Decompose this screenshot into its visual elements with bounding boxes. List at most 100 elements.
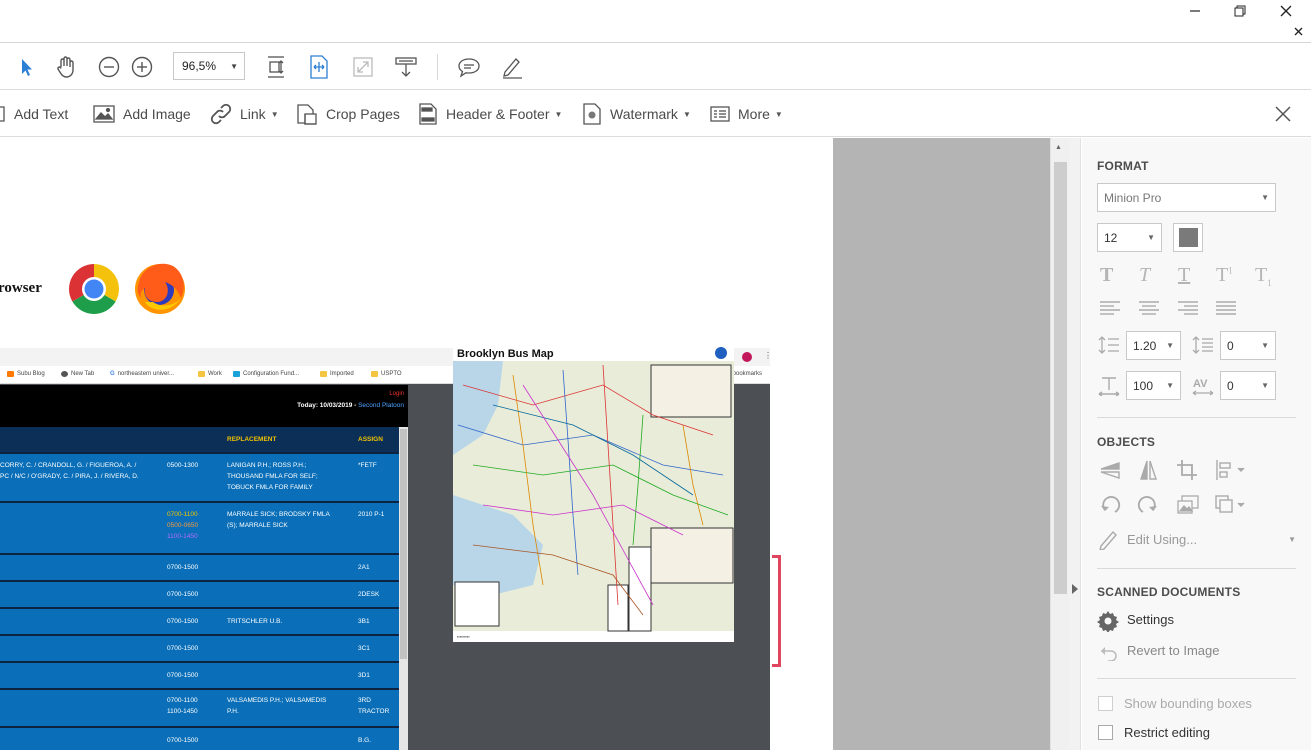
- arrange-objects-icon[interactable]: [1214, 494, 1246, 516]
- chevron-down-icon: ▼: [1261, 193, 1269, 202]
- minimize-icon[interactable]: [1185, 2, 1205, 20]
- header-footer-button[interactable]: Header & Footer ▼: [418, 91, 562, 137]
- svg-text:AV: AV: [1193, 378, 1208, 390]
- embedded-assignment-table: REPLACEMENT ASSIGN CORRY, C. / CRANDOLL,…: [0, 427, 400, 750]
- main-toolbar: 96,5% ▼: [0, 44, 1311, 90]
- select-tool-icon[interactable]: [11, 53, 39, 81]
- firefox-logo: [131, 258, 189, 321]
- chevron-down-icon: ▼: [1166, 341, 1174, 350]
- align-left-icon[interactable]: [1100, 300, 1120, 316]
- more-label: More: [738, 106, 770, 122]
- align-objects-icon[interactable]: [1214, 459, 1246, 481]
- crop-pages-button[interactable]: Crop Pages: [296, 91, 400, 137]
- chevron-down-icon: ▼: [682, 109, 691, 119]
- sign-pen-icon[interactable]: [498, 53, 526, 81]
- flip-horizontal-icon[interactable]: [1137, 459, 1159, 481]
- subscript-icon[interactable]: T1: [1255, 264, 1272, 288]
- window-titlebar: [0, 0, 1311, 43]
- replace-image-icon[interactable]: [1176, 494, 1200, 516]
- comment-icon[interactable]: [455, 53, 483, 81]
- section-divider: [1097, 417, 1296, 418]
- text-color-swatch[interactable]: [1173, 223, 1203, 252]
- bookmark-item: Work: [198, 371, 222, 377]
- scrollbar-thumb[interactable]: [1054, 162, 1067, 594]
- revert-to-image-button[interactable]: Revert to Image: [1127, 643, 1220, 658]
- link-icon: [210, 103, 232, 125]
- add-text-button[interactable]: Add Text: [0, 91, 68, 137]
- gear-icon: [1097, 611, 1119, 632]
- align-center-icon[interactable]: [1139, 300, 1159, 316]
- scroll-mode-icon[interactable]: [262, 53, 290, 81]
- watermark-button[interactable]: Watermark ▼: [582, 91, 691, 137]
- close-document-icon[interactable]: [1291, 24, 1305, 38]
- align-right-icon[interactable]: [1178, 300, 1198, 316]
- link-button[interactable]: Link ▼: [210, 91, 279, 137]
- edit-using-select[interactable]: Edit Using... ▼: [1097, 528, 1296, 550]
- underline-text-icon[interactable]: T: [1178, 264, 1190, 287]
- section-divider: [1097, 678, 1296, 679]
- justify-icon[interactable]: [1216, 300, 1236, 316]
- horizontal-scale-select[interactable]: 100 ▼: [1126, 371, 1181, 400]
- show-bounding-boxes-label: Show bounding boxes: [1124, 696, 1252, 711]
- table-row: 0700-1500 3C1: [0, 634, 400, 661]
- table-row: 0700-1500 B.G.: [0, 726, 400, 750]
- zoom-in-icon[interactable]: [128, 53, 156, 81]
- document-scrollbar[interactable]: ▲: [1050, 138, 1069, 750]
- show-bounding-boxes-checkbox[interactable]: [1098, 696, 1113, 711]
- zoom-level-select[interactable]: 96,5% ▼: [173, 52, 245, 80]
- chevron-down-icon: ▼: [1261, 381, 1269, 390]
- rotate-left-icon[interactable]: [1099, 494, 1121, 516]
- hand-tool-icon[interactable]: [52, 53, 80, 81]
- crop-icon[interactable]: [1176, 459, 1198, 481]
- rotate-right-icon[interactable]: [1137, 494, 1159, 516]
- pdf-page[interactable]: rowser ★: [0, 138, 833, 750]
- header-footer-icon: [419, 103, 437, 125]
- chevron-down-icon: ▼: [1288, 534, 1296, 544]
- bold-text-icon[interactable]: T: [1100, 264, 1113, 287]
- superscript-icon[interactable]: T1: [1216, 264, 1233, 287]
- restrict-editing-checkbox[interactable]: [1098, 725, 1113, 740]
- character-spacing-value: 0: [1227, 378, 1234, 393]
- add-image-button[interactable]: Add Image: [93, 91, 191, 137]
- chrome-logo: [67, 262, 121, 321]
- bookmark-item: Imported: [320, 371, 354, 377]
- date-line: Today: 10/03/2019 - Second Platoon: [297, 402, 404, 409]
- read-mode-icon[interactable]: [392, 53, 420, 81]
- watermark-icon: [583, 103, 601, 125]
- format-section-title: FORMAT: [1097, 159, 1149, 173]
- settings-label: Settings: [1127, 612, 1174, 627]
- embedded-scrollbar: [399, 427, 408, 750]
- fullscreen-icon[interactable]: [349, 53, 377, 81]
- fit-page-icon[interactable]: [305, 53, 333, 81]
- bookmark-item: New Tab: [61, 371, 94, 377]
- restore-icon[interactable]: [1230, 2, 1250, 20]
- flip-vertical-icon[interactable]: [1099, 459, 1121, 481]
- edit-using-label: Edit Using...: [1127, 531, 1198, 547]
- crop-pages-label: Crop Pages: [326, 106, 400, 122]
- italic-text-icon[interactable]: T: [1139, 264, 1150, 287]
- line-spacing-select[interactable]: 1.20 ▼: [1126, 331, 1181, 360]
- character-spacing-select[interactable]: 0 ▼: [1220, 371, 1276, 400]
- bookmark-item: Subu Blog: [7, 371, 45, 377]
- edit-pdf-toolbar: Add Text Add Image Link ▼ Crop Pages Hea…: [0, 91, 1311, 137]
- scroll-up-icon[interactable]: ▲: [1055, 144, 1062, 151]
- horizontal-scale-icon: [1098, 377, 1120, 396]
- watermark-label: Watermark: [610, 106, 678, 122]
- table-row: CORRY, C. / CRANDOLL, G. / FIGUEROA, A. …: [0, 452, 400, 501]
- zoom-value: 96,5%: [182, 59, 217, 73]
- close-icon[interactable]: [1276, 2, 1296, 20]
- table-row: 0700-1500 3D1: [0, 661, 400, 688]
- paragraph-spacing-select[interactable]: 0 ▼: [1220, 331, 1276, 360]
- font-size-select[interactable]: 12 ▼: [1097, 223, 1162, 252]
- collapse-panel-icon[interactable]: [1072, 584, 1078, 594]
- font-family-value: Minion Pro: [1104, 190, 1162, 205]
- more-button[interactable]: More ▼: [710, 91, 783, 137]
- font-family-select[interactable]: Minion Pro ▼: [1097, 183, 1276, 212]
- menu-dots-icon: ⋮: [764, 351, 770, 360]
- table-header: REPLACEMENT ASSIGN: [0, 427, 400, 452]
- close-edit-toolbar-icon[interactable]: [1273, 104, 1293, 124]
- format-panel: FORMAT Minion Pro ▼ 12 ▼ T T T T1 T1 1.2…: [1082, 138, 1311, 750]
- zoom-out-icon[interactable]: [95, 53, 123, 81]
- horizontal-scale-value: 100: [1133, 378, 1154, 393]
- line-spacing-value: 1.20: [1133, 338, 1157, 353]
